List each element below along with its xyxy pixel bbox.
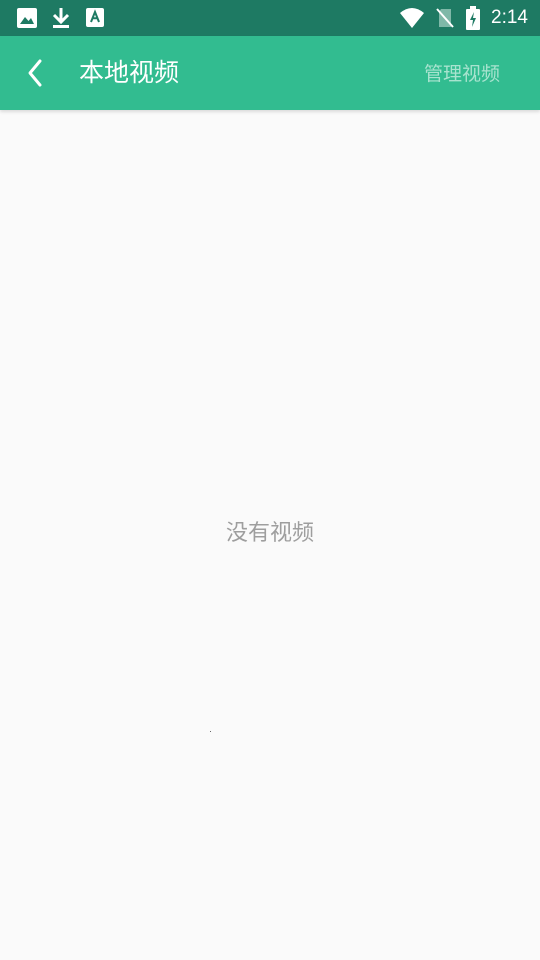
status-bar: 2:14 <box>0 0 540 36</box>
status-time: 2:14 <box>491 7 528 28</box>
empty-state-message: 没有视频 <box>225 521 314 546</box>
page-title: 本地视频 <box>79 58 180 87</box>
download-icon <box>50 7 72 29</box>
status-left-icons <box>16 7 106 29</box>
chevron-left-icon <box>25 58 47 88</box>
image-icon <box>16 7 38 29</box>
manage-videos-button[interactable]: 管理视频 <box>424 61 500 87</box>
font-icon <box>84 7 106 29</box>
stray-dot <box>210 731 211 732</box>
battery-charging-icon <box>465 6 481 30</box>
no-sim-icon <box>435 7 455 29</box>
status-right-icons: 2:14 <box>399 6 528 30</box>
app-bar: 本地视频 管理视频 <box>0 36 540 110</box>
wifi-icon <box>399 7 425 29</box>
back-button[interactable] <box>14 51 58 95</box>
video-list-area: 没有视频 <box>0 110 540 960</box>
